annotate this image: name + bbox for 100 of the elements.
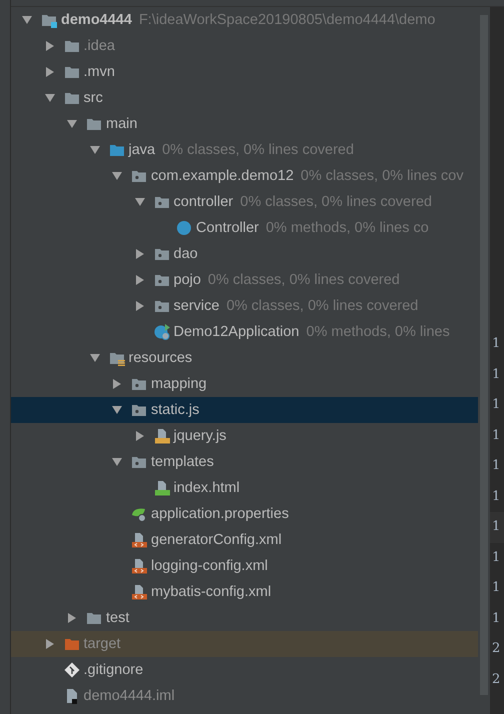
item-name: index.html bbox=[174, 480, 240, 496]
package-icon bbox=[131, 376, 147, 392]
tree-row[interactable]: java 0% classes, 0% lines covered bbox=[11, 137, 478, 163]
caret-icon[interactable] bbox=[88, 144, 100, 156]
item-name: mybatis-config.xml bbox=[151, 584, 272, 600]
line-number: 1 bbox=[491, 457, 502, 475]
item-name: dao bbox=[174, 246, 198, 262]
line-number: 1 bbox=[491, 488, 502, 506]
item-name: demo4444.iml bbox=[84, 688, 175, 704]
package-icon bbox=[131, 402, 147, 418]
item-name: mapping bbox=[151, 376, 207, 392]
tree-row[interactable]: templates bbox=[11, 449, 478, 475]
item-name: .idea bbox=[84, 38, 115, 54]
tree-row[interactable]: .mvn bbox=[11, 59, 478, 85]
folder-icon bbox=[64, 64, 80, 80]
folder-icon bbox=[108, 350, 124, 366]
item-name: static.js bbox=[151, 402, 200, 418]
caret-icon[interactable] bbox=[66, 118, 78, 130]
tree-row[interactable]: mybatis-config.xml bbox=[11, 579, 478, 605]
item-name: jquery.js bbox=[174, 428, 226, 444]
coverage-hint: 0% classes, 0% lines covered bbox=[240, 194, 432, 210]
folder-icon bbox=[64, 636, 80, 652]
item-name: Controller bbox=[196, 220, 259, 236]
tree-row[interactable]: application.properties bbox=[11, 501, 478, 527]
tree-row[interactable]: .idea bbox=[11, 33, 478, 59]
tree-row[interactable]: mapping bbox=[11, 371, 478, 397]
tree-row[interactable]: resources bbox=[11, 345, 478, 371]
item-name: application.properties bbox=[151, 506, 289, 522]
tree-row[interactable]: src bbox=[11, 85, 478, 111]
tree-row[interactable]: service 0% classes, 0% lines covered bbox=[11, 293, 478, 319]
item-name: main bbox=[106, 116, 138, 132]
tree-row[interactable]: jquery.js bbox=[11, 423, 478, 449]
item-name: .gitignore bbox=[84, 662, 144, 678]
line-number: 1 bbox=[491, 366, 502, 384]
item-name: resources bbox=[128, 350, 192, 366]
caret-icon[interactable] bbox=[134, 300, 146, 312]
leaf-gear-icon bbox=[131, 506, 147, 522]
caret-icon[interactable] bbox=[134, 196, 146, 208]
xml-file-icon bbox=[131, 532, 147, 548]
caret-icon[interactable] bbox=[21, 14, 33, 26]
tree-row[interactable]: controller 0% classes, 0% lines covered bbox=[11, 189, 478, 215]
coverage-hint: 0% classes, 0% lines covered bbox=[208, 272, 400, 288]
tree-row[interactable]: demo4444.iml bbox=[11, 683, 478, 709]
caret-icon[interactable] bbox=[44, 40, 56, 52]
item-name: logging-config.xml bbox=[151, 558, 268, 574]
tree-row[interactable]: target bbox=[11, 631, 478, 657]
item-name: java bbox=[128, 142, 156, 158]
item-name: com.example.demo12 bbox=[151, 168, 294, 184]
item-name: pojo bbox=[174, 272, 201, 288]
item-name: Demo12Application bbox=[174, 324, 300, 340]
tree-row[interactable]: Demo12Application 0% methods, 0% lines bbox=[11, 319, 478, 345]
item-name: .mvn bbox=[84, 64, 115, 80]
package-icon bbox=[154, 298, 170, 314]
caret-icon[interactable] bbox=[44, 638, 56, 650]
folder-icon bbox=[86, 610, 102, 626]
coverage-hint: 0% classes, 0% lines cov bbox=[300, 168, 464, 184]
class-icon bbox=[176, 220, 192, 236]
caret-icon[interactable] bbox=[66, 612, 78, 624]
coverage-hint: 0% methods, 0% lines bbox=[306, 324, 450, 340]
caret-icon[interactable] bbox=[111, 170, 123, 182]
caret-icon[interactable] bbox=[134, 274, 146, 286]
tree-row[interactable]: Controller 0% methods, 0% lines co bbox=[11, 215, 478, 241]
package-icon bbox=[131, 454, 147, 470]
tree-row[interactable]: main bbox=[11, 111, 478, 137]
caret-icon[interactable] bbox=[134, 248, 146, 260]
caret-icon[interactable] bbox=[44, 92, 56, 104]
spring-app-icon bbox=[154, 324, 170, 340]
tree-row[interactable]: demo4444 F:\ideaWorkSpace20190805\demo4444\demo bbox=[11, 7, 478, 33]
caret-icon[interactable] bbox=[111, 404, 123, 416]
folder-icon bbox=[64, 38, 80, 54]
tree-row[interactable]: pojo 0% classes, 0% lines covered bbox=[11, 267, 478, 293]
line-number: 1 bbox=[491, 579, 502, 597]
js-file-icon bbox=[154, 428, 170, 444]
tree-row[interactable]: .gitignore bbox=[11, 657, 478, 683]
line-number: 1 bbox=[491, 610, 502, 628]
caret-icon[interactable] bbox=[134, 430, 146, 442]
caret-icon[interactable] bbox=[111, 456, 123, 468]
tree-row[interactable]: index.html bbox=[11, 475, 478, 501]
coverage-hint: 0% classes, 0% lines covered bbox=[162, 142, 354, 158]
html-file-icon bbox=[154, 480, 170, 496]
item-name: test bbox=[106, 610, 130, 626]
package-icon bbox=[154, 246, 170, 262]
line-number: 1 bbox=[491, 548, 502, 566]
line-number: 1 bbox=[491, 396, 502, 414]
caret-icon[interactable] bbox=[111, 378, 123, 390]
tree-row[interactable]: dao bbox=[11, 241, 478, 267]
tree-row[interactable]: static.js bbox=[11, 397, 478, 423]
line-number: 1 bbox=[490, 512, 504, 542]
tree-row[interactable]: generatorConfig.xml bbox=[11, 527, 478, 553]
package-icon bbox=[131, 168, 147, 184]
caret-icon[interactable] bbox=[88, 352, 100, 364]
caret-icon[interactable] bbox=[44, 66, 56, 78]
tree-row[interactable]: test bbox=[11, 605, 478, 631]
line-number: 2 bbox=[491, 670, 502, 688]
line-number: 1 bbox=[491, 335, 502, 353]
tree-row[interactable]: logging-config.xml bbox=[11, 553, 478, 579]
xml-file-icon bbox=[131, 584, 147, 600]
folder-icon bbox=[64, 90, 80, 106]
tree-row[interactable]: com.example.demo12 0% classes, 0% lines cov bbox=[11, 163, 478, 189]
item-name: generatorConfig.xml bbox=[151, 532, 282, 548]
